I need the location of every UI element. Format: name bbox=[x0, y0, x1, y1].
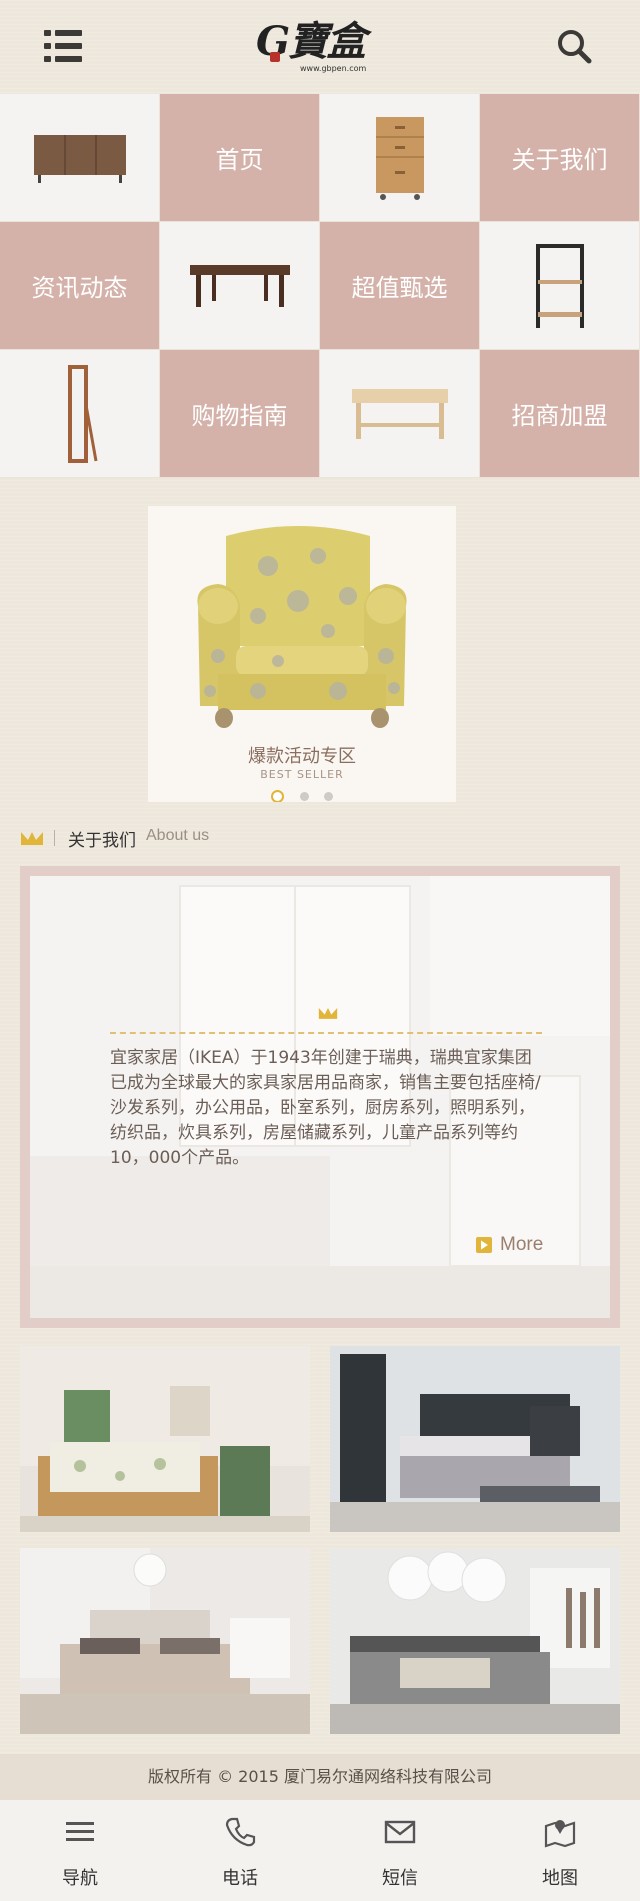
nav-tile-label: 关于我们 bbox=[511, 146, 608, 174]
bedroom-photo-2 bbox=[330, 1346, 620, 1532]
bottom-nav-label: 电话 bbox=[222, 1868, 258, 1889]
sideboard-image[interactable] bbox=[0, 94, 160, 222]
crown-icon bbox=[318, 1008, 338, 1019]
logo-url: www.gbpen.com bbox=[300, 64, 367, 73]
crown-icon bbox=[21, 832, 43, 845]
more-button[interactable]: More bbox=[476, 1234, 543, 1258]
carousel-dot-2[interactable] bbox=[299, 792, 309, 801]
banner-subtitle: BEST SELLER bbox=[260, 768, 344, 781]
about-title-en: About us bbox=[146, 827, 210, 844]
shelf-image[interactable] bbox=[480, 222, 640, 350]
carousel-dot-3[interactable] bbox=[323, 792, 333, 801]
bottom-nav-sms[interactable]: 短信 bbox=[320, 1800, 480, 1901]
gallery-photo[interactable] bbox=[20, 1346, 310, 1532]
bedroom-photo-4 bbox=[330, 1548, 620, 1734]
gallery-photo[interactable] bbox=[330, 1346, 620, 1532]
search-icon[interactable] bbox=[556, 28, 592, 64]
nav-tile-label: 超值甄选 bbox=[351, 274, 448, 302]
carousel-dot-1[interactable] bbox=[271, 790, 285, 802]
bottom-nav: 导航 电话 短信 地图 bbox=[0, 1800, 640, 1901]
menu-icon bbox=[66, 1822, 94, 1841]
gallery-photo[interactable] bbox=[330, 1548, 620, 1734]
heading-divider bbox=[54, 830, 55, 846]
play-icon bbox=[476, 1237, 492, 1253]
logo[interactable]: G寶盒 www.gbpen.com bbox=[256, 18, 366, 78]
bottom-nav-label: 导航 bbox=[62, 1868, 98, 1889]
carousel-dots bbox=[148, 786, 456, 802]
bench-table-image[interactable] bbox=[320, 350, 480, 478]
nav-tile-label: 首页 bbox=[215, 146, 264, 174]
nav-tile-selection[interactable]: 超值甄选 bbox=[320, 222, 480, 350]
nav-tile-label: 资讯动态 bbox=[31, 274, 128, 302]
copyright: 版权所有 © 2015 厦门易尔通网络科技有限公司 bbox=[0, 1754, 640, 1800]
about-divider bbox=[110, 1032, 542, 1034]
nav-tile-news[interactable]: 资讯动态 bbox=[0, 222, 160, 350]
more-label: More bbox=[500, 1234, 544, 1255]
about-section-heading: 关于我们 About us bbox=[20, 826, 620, 851]
bedroom-photo-1 bbox=[20, 1346, 310, 1532]
gallery-photo[interactable] bbox=[20, 1548, 310, 1734]
banner-carousel[interactable]: 爆款活动专区 BEST SELLER bbox=[148, 506, 456, 802]
bottom-nav-map[interactable]: 地图 bbox=[480, 1800, 640, 1901]
nav-tile-home[interactable]: 首页 bbox=[160, 94, 320, 222]
bottom-nav-menu[interactable]: 导航 bbox=[0, 1800, 160, 1901]
phone-icon bbox=[225, 1817, 256, 1847]
mirror-stand-image[interactable] bbox=[0, 350, 160, 478]
logo-seal bbox=[270, 52, 280, 62]
header: G寶盒 www.gbpen.com bbox=[0, 0, 640, 94]
about-text: 宜家家居（IKEA）于1943年创建于瑞典，瑞典宜家集团已成为全球最大的家具家居… bbox=[110, 1048, 541, 1168]
category-grid: 首页 关于我们 资讯动态 超值甄选 购物指南 招商加盟 bbox=[0, 94, 640, 478]
bottom-nav-label: 地图 bbox=[542, 1868, 578, 1889]
about-title: 关于我们 bbox=[68, 831, 136, 851]
armchair-image bbox=[148, 506, 456, 746]
nav-tile-franchise[interactable]: 招商加盟 bbox=[480, 350, 640, 478]
coffee-table-image[interactable] bbox=[160, 222, 320, 350]
nav-tile-guide[interactable]: 购物指南 bbox=[160, 350, 320, 478]
menu-icon[interactable] bbox=[44, 30, 82, 62]
banner-title: 爆款活动专区 bbox=[248, 746, 356, 767]
bedroom-photo-3 bbox=[20, 1548, 310, 1734]
about-panel: 宜家家居（IKEA）于1943年创建于瑞典，瑞典宜家集团已成为全球最大的家具家居… bbox=[20, 866, 620, 1328]
nav-tile-label: 购物指南 bbox=[191, 402, 288, 430]
nav-tile-label: 招商加盟 bbox=[511, 402, 608, 430]
about-panel-inner: 宜家家居（IKEA）于1943年创建于瑞典，瑞典宜家集团已成为全球最大的家具家居… bbox=[30, 876, 610, 1318]
map-icon bbox=[544, 1820, 576, 1848]
drawer-cabinet-image[interactable] bbox=[320, 94, 480, 222]
bottom-nav-label: 短信 bbox=[382, 1868, 418, 1889]
envelope-icon bbox=[384, 1820, 416, 1844]
nav-tile-about[interactable]: 关于我们 bbox=[480, 94, 640, 222]
bottom-nav-phone[interactable]: 电话 bbox=[160, 1800, 320, 1901]
